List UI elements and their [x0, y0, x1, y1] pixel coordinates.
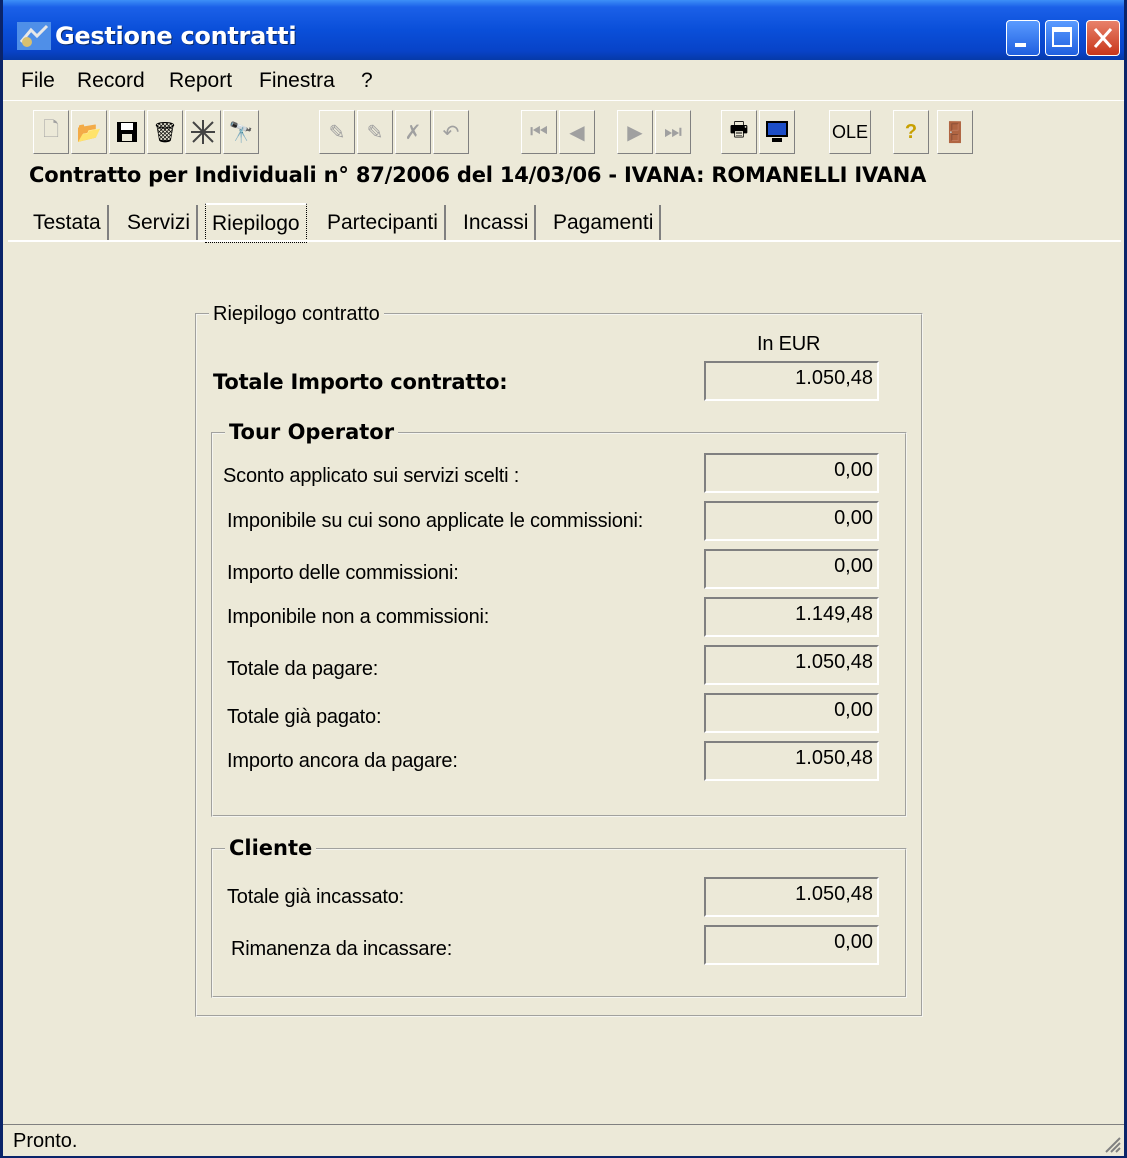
next-icon: ▶	[627, 121, 643, 144]
printer-icon: 🖶	[729, 119, 749, 141]
new-button[interactable]: 🗋	[33, 110, 69, 154]
help-icon: ?	[904, 120, 918, 143]
grid-x-icon	[191, 120, 215, 144]
tab-incassi[interactable]: Incassi	[457, 205, 537, 241]
last-icon: ⏭	[664, 120, 682, 143]
status-text: Pronto.	[13, 1130, 78, 1152]
tour-operator-legend: Tour Operator	[225, 420, 399, 444]
tour-row-value[interactable]: 0,00	[704, 453, 879, 493]
menu-finestra[interactable]: Finestra	[259, 69, 335, 93]
minimize-icon	[1015, 43, 1026, 47]
edit-icon: ✎	[328, 121, 346, 144]
cliente-legend: Cliente	[225, 836, 317, 860]
edit-record-button[interactable]: ✎	[319, 110, 355, 154]
tour-row-label: Totale da pagare:	[227, 658, 379, 680]
ole-button[interactable]: OLE	[829, 110, 871, 154]
tour-row-label: Importo delle commissioni:	[227, 562, 459, 584]
next-record-button[interactable]: ▶	[617, 110, 653, 154]
tab-partecipanti[interactable]: Partecipanti	[321, 205, 446, 241]
toolbar: 🗋 📂 🗑 🔭 ✎ ✎ ✗ ↶ ⏮ ◀ ▶ ⏭ 🖶 OLE ? 🚪	[21, 110, 1121, 158]
new-document-icon: 🗋	[42, 119, 60, 141]
help-button[interactable]: ?	[893, 110, 929, 154]
tour-row-label: Imponibile non a commissioni:	[227, 606, 490, 628]
menu-file[interactable]: File	[21, 69, 55, 93]
save-record-icon: ✎	[366, 121, 384, 144]
monitor-icon	[766, 121, 788, 142]
cliente-row-value[interactable]: 0,00	[704, 925, 879, 965]
cliente-group: Cliente	[211, 836, 907, 998]
close-button[interactable]	[1086, 20, 1120, 56]
total-label: Totale Importo contratto:	[213, 370, 508, 394]
tour-row-label: Sconto applicato sui servizi scelti :	[223, 465, 520, 487]
tour-row-label: Totale già pagato:	[227, 706, 382, 728]
tab-riepilogo[interactable]: Riepilogo	[205, 203, 307, 243]
cliente-row-label: Totale già incassato:	[227, 886, 405, 908]
currency-label: In EUR	[757, 333, 821, 355]
preview-button[interactable]	[759, 110, 795, 154]
tour-row-value[interactable]: 0,00	[704, 549, 879, 589]
tour-row-label: Importo ancora da pagare:	[227, 750, 458, 772]
summary-legend: Riepilogo contratto	[209, 303, 384, 326]
tour-row-value[interactable]: 0,00	[704, 501, 879, 541]
search-button[interactable]: 🔭	[223, 110, 259, 154]
cliente-row-value[interactable]: 1.050,48	[704, 877, 879, 917]
delete-button[interactable]: 🗑	[147, 110, 183, 154]
prev-record-button[interactable]: ◀	[559, 110, 595, 154]
undo-button[interactable]: ↶	[433, 110, 469, 154]
cancel-edit-button[interactable]	[185, 110, 221, 154]
title-bar[interactable]: Gestione contratti	[3, 0, 1124, 60]
last-record-button[interactable]: ⏭	[655, 110, 691, 154]
tour-row-value[interactable]: 1.050,48	[704, 741, 879, 781]
menu-record[interactable]: Record	[77, 69, 145, 93]
save-record-button[interactable]: ✎	[357, 110, 393, 154]
tab-pagamenti[interactable]: Pagamenti	[547, 205, 662, 241]
maximize-icon	[1052, 27, 1072, 47]
delete-record-icon: ✗	[404, 121, 422, 144]
first-icon: ⏮	[530, 120, 548, 143]
prev-icon: ◀	[569, 121, 585, 144]
contract-title: Contratto per Individuali n° 87/2006 del…	[29, 163, 927, 187]
menu-bar: File Record Report Finestra ?	[3, 62, 1124, 101]
undo-icon: ↶	[442, 121, 460, 144]
maximize-button[interactable]	[1045, 20, 1079, 56]
delete-record-button[interactable]: ✗	[395, 110, 431, 154]
binoculars-icon: 🔭	[228, 121, 254, 144]
window-title: Gestione contratti	[55, 22, 297, 50]
cliente-row-label: Rimanenza da incassare:	[231, 938, 453, 960]
minimize-button[interactable]	[1006, 20, 1040, 56]
app-icon	[17, 22, 51, 50]
tab-servizi[interactable]: Servizi	[121, 205, 199, 241]
total-field[interactable]: 1.050,48	[704, 361, 879, 401]
save-icon	[117, 122, 137, 142]
close-icon	[1093, 28, 1113, 48]
main-window: Gestione contratti File Record Report Fi…	[0, 0, 1127, 1158]
first-record-button[interactable]: ⏮	[521, 110, 557, 154]
exit-door-icon: 🚪	[942, 121, 968, 144]
tour-row-value[interactable]: 0,00	[704, 693, 879, 733]
open-button[interactable]: 📂	[71, 110, 107, 154]
tour-row-label: Imponibile su cui sono applicate le comm…	[227, 510, 644, 532]
resize-grip-icon[interactable]	[1100, 1132, 1122, 1154]
trash-icon: 🗑	[152, 121, 178, 144]
open-folder-icon: 📂	[76, 121, 102, 144]
menu-help[interactable]: ?	[361, 69, 373, 93]
status-bar: Pronto.	[3, 1124, 1124, 1156]
tour-row-value[interactable]: 1.149,48	[704, 597, 879, 637]
print-button[interactable]: 🖶	[721, 110, 757, 154]
tab-testata[interactable]: Testata	[27, 205, 109, 241]
menu-report[interactable]: Report	[169, 69, 232, 93]
save-button[interactable]	[109, 110, 145, 154]
tour-row-value[interactable]: 1.050,48	[704, 645, 879, 685]
exit-button[interactable]: 🚪	[937, 110, 973, 154]
